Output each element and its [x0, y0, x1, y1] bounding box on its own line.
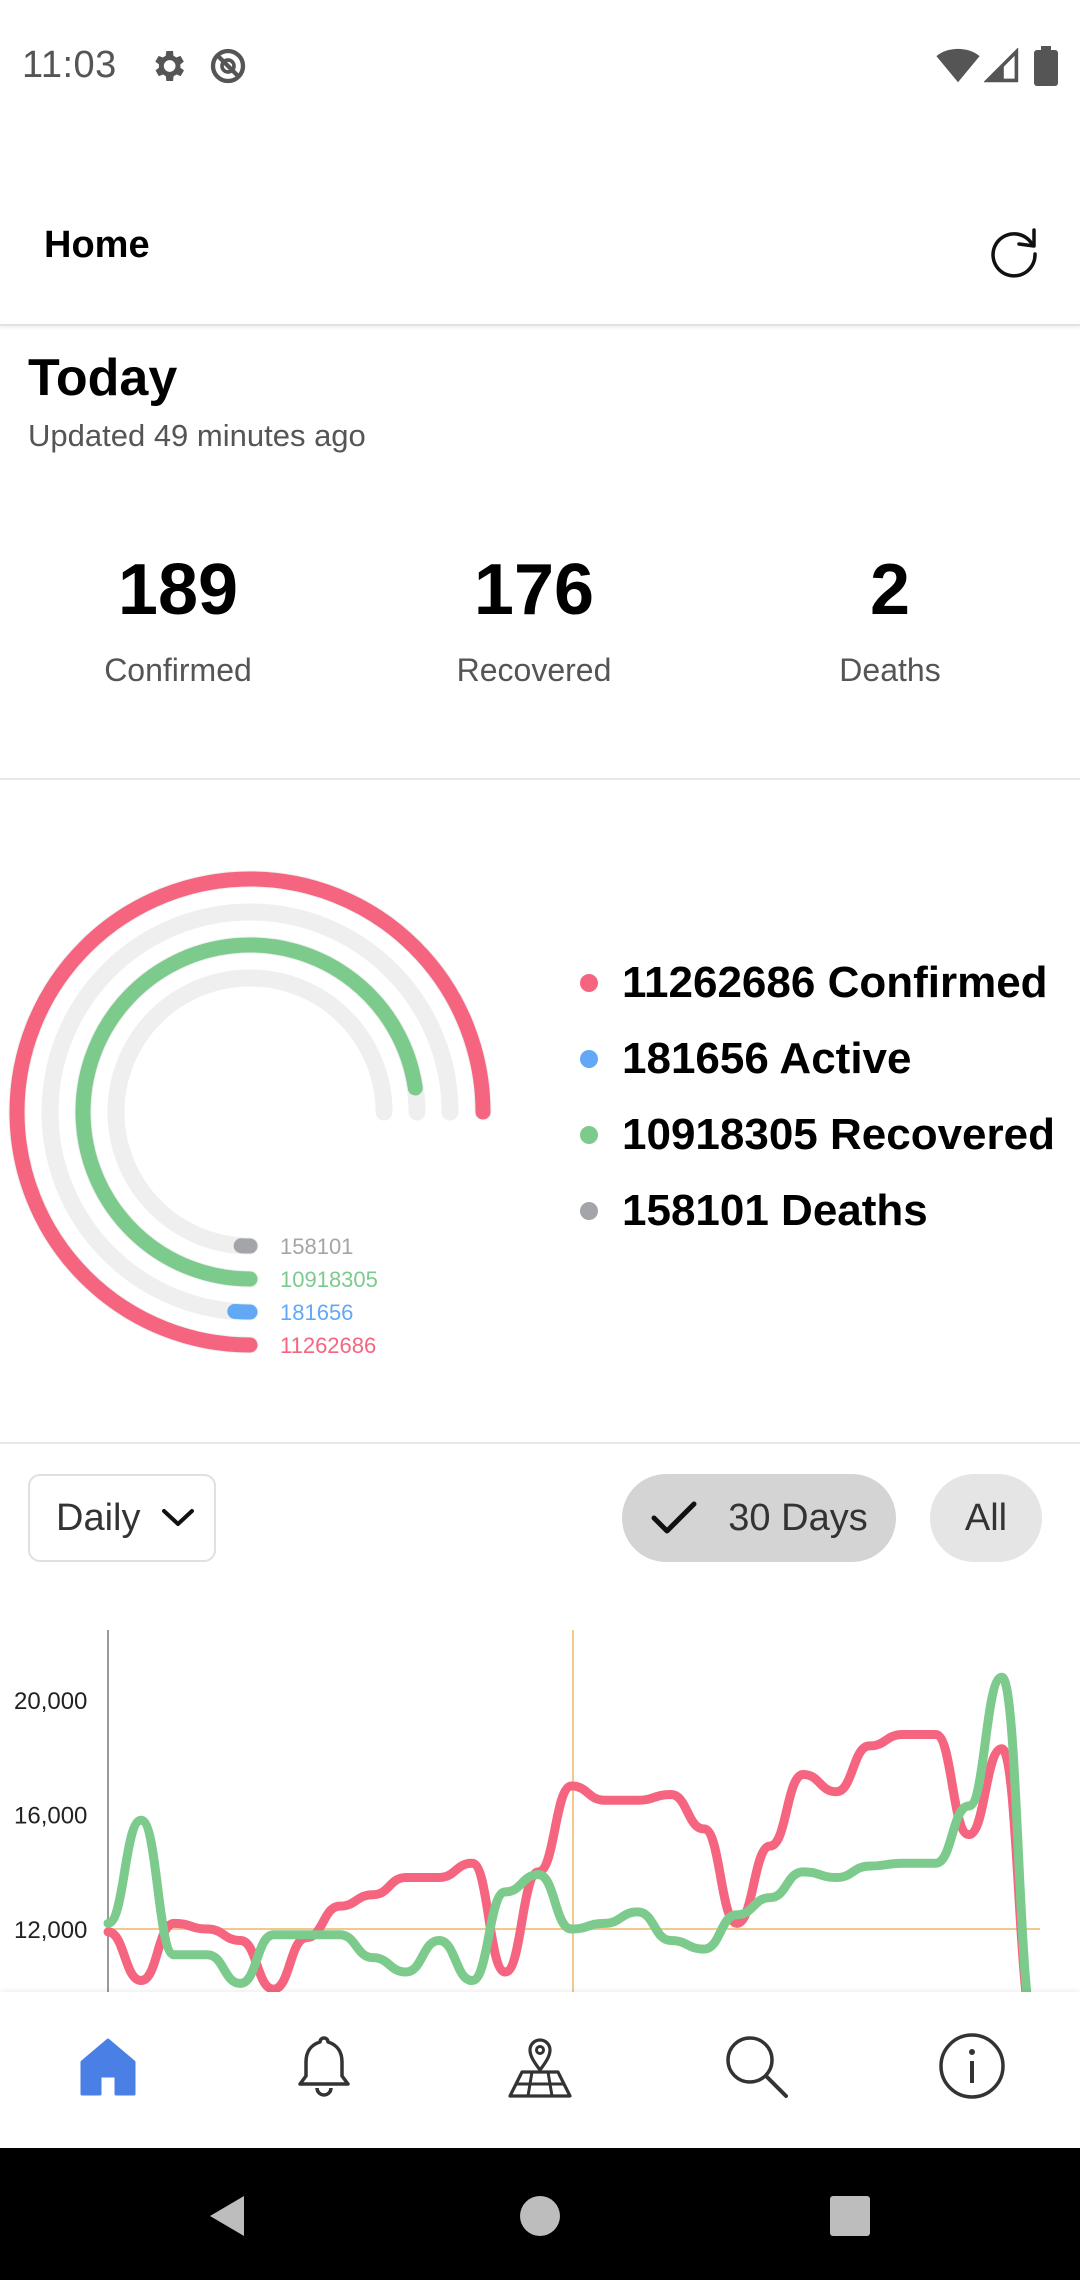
- status-bar: 11:03: [0, 0, 1080, 136]
- recents-icon: [830, 2196, 870, 2236]
- system-back-button[interactable]: [198, 2188, 254, 2244]
- divider: [0, 778, 1080, 780]
- stat-recovered: 176 Recovered: [384, 548, 684, 689]
- stat-deaths-value: 2: [869, 550, 911, 630]
- y-tick-label: 20,000: [14, 1688, 87, 1715]
- stat-confirmed-label: Confirmed: [104, 652, 252, 688]
- legend-item-deaths: 158101 Deaths: [580, 1173, 1055, 1249]
- nav-notifications[interactable]: [284, 2026, 364, 2106]
- stat-confirmed-value: 189: [117, 550, 239, 630]
- y-tick-label: 16,000: [14, 1803, 87, 1830]
- range-chip-30-days-label: 30 Days: [728, 1496, 868, 1539]
- status-time: 11:03: [22, 44, 117, 86]
- updated-timestamp: Updated 49 minutes ago: [28, 418, 366, 453]
- system-nav-bar: [0, 2148, 1080, 2280]
- legend-item-confirmed: 11262686 Confirmed: [580, 945, 1055, 1021]
- system-recents-button[interactable]: [822, 2188, 878, 2244]
- chevron-down-icon: [160, 1506, 196, 1530]
- legend-label-active: 181656 Active: [622, 1034, 912, 1083]
- ring-value-label: 10918305: [280, 1267, 378, 1292]
- screen: 11:03 Home Today Updated 49 minutes ago: [0, 0, 1080, 2280]
- nav-info[interactable]: [932, 2026, 1012, 2106]
- range-chip-all[interactable]: All: [930, 1474, 1042, 1562]
- ring-active: [227, 1303, 258, 1320]
- system-home-button[interactable]: [512, 2188, 568, 2244]
- stat-deaths-label: Deaths: [839, 652, 941, 688]
- y-tick-label: 12,000: [14, 1917, 87, 1944]
- map-icon: [508, 2038, 572, 2098]
- legend-item-recovered: 10918305 Recovered: [580, 1097, 1055, 1173]
- stat-confirmed: 189 Confirmed: [28, 548, 328, 689]
- legend-dot-deaths: [580, 1202, 598, 1220]
- nav-map[interactable]: [500, 2026, 580, 2106]
- legend-item-active: 181656 Active: [580, 1021, 1055, 1097]
- ring-value-label: 181656: [280, 1300, 353, 1325]
- daily-line-chart: 20,000 16,000 12,000: [14, 1630, 1040, 1992]
- totals-legend: 11262686 Confirmed 181656 Active 1091830…: [580, 945, 1055, 1249]
- signal-icon: [983, 47, 1020, 89]
- legend-dot-active: [580, 1050, 598, 1068]
- radial-chart: 158101 10918305 181656 11262686: [8, 870, 492, 1358]
- range-chip-all-label: All: [964, 1496, 1008, 1539]
- legend-label-deaths: 158101 Deaths: [622, 1186, 928, 1235]
- legend-dot-confirmed: [580, 974, 598, 992]
- ring-value-label: 158101: [280, 1234, 353, 1259]
- app-bar: Home: [0, 136, 1080, 326]
- legend-label-recovered: 10918305 Recovered: [622, 1110, 1055, 1159]
- refresh-icon: [991, 228, 1037, 278]
- home-icon: [80, 2038, 136, 2096]
- info-icon: [939, 2033, 1005, 2099]
- check-icon: [650, 1498, 698, 1538]
- divider: [0, 1442, 1080, 1444]
- refresh-button[interactable]: [982, 220, 1046, 284]
- legend-dot-recovered: [580, 1126, 598, 1144]
- back-icon: [210, 2196, 244, 2236]
- ring-value-label: 11262686: [280, 1333, 376, 1358]
- settings-icon: [148, 46, 188, 91]
- stat-recovered-label: Recovered: [456, 652, 612, 688]
- range-chip-30-days[interactable]: 30 Days: [622, 1474, 896, 1562]
- search-icon: [726, 2036, 788, 2098]
- nav-home[interactable]: [68, 2026, 148, 2106]
- ring-recovered: [75, 937, 423, 1287]
- ring-deaths-track: [107, 969, 393, 1255]
- today-title: Today: [28, 349, 178, 407]
- period-dropdown-label: Daily: [56, 1496, 141, 1539]
- page-title: Home: [44, 224, 150, 266]
- wifi-icon: [936, 48, 980, 89]
- period-dropdown[interactable]: Daily: [28, 1474, 216, 1562]
- battery-icon: [1034, 46, 1058, 91]
- data-saver-icon: [208, 46, 248, 91]
- stat-recovered-value: 176: [473, 550, 595, 630]
- bottom-nav: [0, 1992, 1080, 2148]
- legend-label-confirmed: 11262686 Confirmed: [622, 958, 1048, 1007]
- nav-search[interactable]: [716, 2026, 796, 2106]
- stat-deaths: 2 Deaths: [740, 548, 1040, 689]
- home-circle-icon: [520, 2196, 560, 2236]
- bell-icon: [298, 2036, 350, 2097]
